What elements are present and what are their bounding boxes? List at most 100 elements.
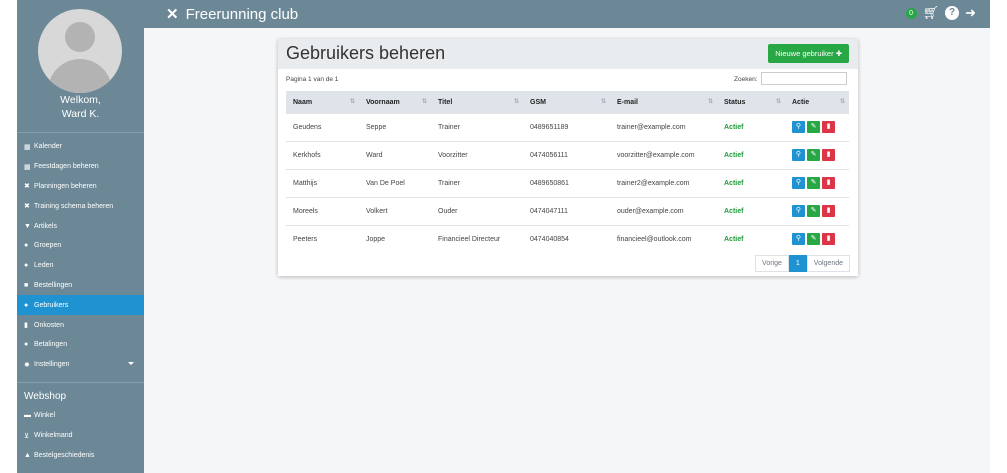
column-header-titel[interactable]: Titel ⇅ <box>431 91 523 114</box>
view-button[interactable]: ⚲ <box>792 121 805 134</box>
cell-actions: ⚲ ✎ ▮ <box>785 224 849 253</box>
delete-button[interactable]: ▮ <box>822 205 835 218</box>
close-icon[interactable]: ✕ <box>166 5 179 23</box>
webshop-heading: Webshop <box>24 391 67 402</box>
delete-button[interactable]: ▮ <box>822 149 835 162</box>
column-header-gsm[interactable]: GSM ⇅ <box>523 91 610 114</box>
cell-email: ouder@example.com <box>610 196 717 226</box>
cell-gsm: 0474047111 <box>523 196 610 226</box>
column-header-status[interactable]: Status ⇅ <box>717 91 785 114</box>
delete-button[interactable]: ▮ <box>822 177 835 190</box>
sidebar-item-label: Kalender <box>34 143 63 151</box>
new-user-button-label: Nieuwe gebruiker <box>775 49 834 58</box>
sidebar-item-groepen[interactable]: ● Groepen <box>17 236 144 256</box>
sidebar-divider <box>17 132 144 133</box>
column-header-label: Actie <box>792 98 810 106</box>
sidebar-item-gebruikers[interactable]: ● Gebruikers <box>17 295 144 316</box>
trash-icon: ▮ <box>826 123 831 131</box>
sidebar-item-leden[interactable]: ● Leden <box>17 256 144 276</box>
edit-button[interactable]: ✎ <box>807 121 820 134</box>
pagination-next-button[interactable]: Volgende <box>806 255 850 272</box>
column-header-naam[interactable]: Naam ⇅ <box>286 91 359 114</box>
view-button[interactable]: ⚲ <box>792 205 805 218</box>
sidebar-item-feestdagen[interactable]: ▦ Feestdagen beheren <box>17 157 144 177</box>
search-icon: ⚲ <box>795 151 802 159</box>
users-icon: ● <box>24 301 29 309</box>
view-button[interactable]: ⚲ <box>792 233 805 245</box>
column-header-actie[interactable]: Actie ⇅ <box>785 91 849 114</box>
edit-button[interactable]: ✎ <box>807 177 820 190</box>
edit-icon: ✎ <box>810 235 817 242</box>
webshop-menu: ▬ Winkel ⊻ Winkelmand ▲ Bestelgeschiedenis <box>17 406 144 465</box>
cell-titel: Financieel Directeur <box>431 224 523 253</box>
money-icon: ● <box>24 341 29 349</box>
calendar-icon: ▦ <box>24 143 31 151</box>
bag-icon: ▲ <box>24 451 31 459</box>
avatar-head-shape <box>65 22 95 52</box>
view-button[interactable]: ⚲ <box>792 149 805 162</box>
sidebar-item-artikels[interactable]: ▼ Artikels <box>17 216 144 236</box>
tools-icon: ✖ <box>24 203 30 211</box>
edit-icon: ✎ <box>810 179 817 187</box>
sort-icon: ⇅ <box>421 99 427 105</box>
delete-button[interactable]: ▮ <box>822 121 835 134</box>
sidebar-menu: ▦ Kalender ▦ Feestdagen beheren ✖ Planninge… <box>17 137 144 375</box>
cell-titel: Voorzitter <box>431 140 523 170</box>
cell-gsm: 0474056111 <box>523 140 610 170</box>
brand[interactable]: ✕ Freerunning club <box>166 5 298 24</box>
column-header-email[interactable]: E-mail ⇅ <box>610 91 717 114</box>
cart-icon[interactable]: 🛒︎ <box>923 6 940 20</box>
cell-gsm: 0489651189 <box>523 113 610 142</box>
navbar-icons: 0 🛒︎ ? ➜ <box>905 6 976 20</box>
cell-naam: Matthijs <box>286 168 359 198</box>
sidebar-item-winkel[interactable]: ▬ Winkel <box>17 406 144 426</box>
store-icon: ▬ <box>24 412 31 420</box>
sidebar-item-bestelgeschiedenis[interactable]: ▲ Bestelgeschiedenis <box>17 446 144 466</box>
cell-actions: ⚲ ✎ ▮ <box>785 140 849 170</box>
users-card: Gebruikers beheren Nieuwe gebruiker ✚ Pa… <box>278 39 858 276</box>
logout-icon[interactable]: ➜ <box>965 6 976 20</box>
cell-email: trainer@example.com <box>610 113 717 142</box>
top-navbar: ✕ Freerunning club 0 🛒︎ ? ➜ <box>144 0 990 28</box>
delete-button[interactable]: ▮ <box>822 233 835 245</box>
sidebar-item-label: Planningen beheren <box>34 182 97 190</box>
sidebar-item-label: Winkelmand <box>34 432 73 440</box>
cell-actions: ⚲ ✎ ▮ <box>785 168 849 198</box>
cart-icon: ⊻ <box>24 432 30 440</box>
cell-voornaam: Van De Poel <box>359 168 431 198</box>
search-input[interactable] <box>761 72 847 85</box>
sidebar-item-winkelmand[interactable]: ⊻ Winkelmand <box>17 426 144 446</box>
table-row: Peeters Joppe Financieel Directeur 04740… <box>286 224 849 253</box>
sidebar-item-planningen[interactable]: ✖ Planningen beheren <box>17 177 144 197</box>
avatar[interactable] <box>38 9 122 93</box>
edit-button[interactable]: ✎ <box>807 233 820 245</box>
gears-icon: ✹ <box>24 361 30 369</box>
sidebar-item-bestellingen[interactable]: ■ Bestellingen <box>17 276 144 296</box>
edit-button[interactable]: ✎ <box>807 205 820 218</box>
calendar-icon: ▦ <box>24 163 31 171</box>
sidebar-item-kalender[interactable]: ▦ Kalender <box>17 137 144 157</box>
cell-email: trainer2@example.com <box>610 168 717 198</box>
sort-icon: ⇅ <box>839 99 845 105</box>
sidebar-item-label: Artikels <box>34 222 57 230</box>
pagination-page-button[interactable]: 1 <box>788 255 807 272</box>
plus-icon: ✚ <box>835 49 842 58</box>
sidebar-item-label: Gebruikers <box>34 301 69 309</box>
sidebar-item-instellingen[interactable]: ✹ Instellingen <box>17 355 144 375</box>
search-icon: ⚲ <box>795 179 802 187</box>
pagination-prev-button[interactable]: Vorige <box>755 255 789 272</box>
sidebar-item-onkosten[interactable]: ▮ Onkosten <box>17 315 144 335</box>
sidebar-item-label: Onkosten <box>34 321 64 329</box>
edit-button[interactable]: ✎ <box>807 149 820 162</box>
column-header-voornaam[interactable]: Voornaam ⇅ <box>359 91 431 114</box>
sidebar-item-betalingen[interactable]: ● Betalingen <box>17 335 144 355</box>
help-icon[interactable]: ? <box>945 6 960 20</box>
new-user-button[interactable]: Nieuwe gebruiker ✚ <box>768 44 849 63</box>
sidebar-item-training-schema[interactable]: ✖ Training schema beheren <box>17 196 144 216</box>
sidebar-item-label: Bestelgeschiedenis <box>34 451 95 459</box>
file-icon: ▮ <box>24 322 28 330</box>
tools-icon: ✖ <box>24 183 30 191</box>
view-button[interactable]: ⚲ <box>792 177 805 190</box>
sidebar-item-label: Leden <box>34 262 54 270</box>
page-title: Gebruikers beheren <box>286 43 446 63</box>
